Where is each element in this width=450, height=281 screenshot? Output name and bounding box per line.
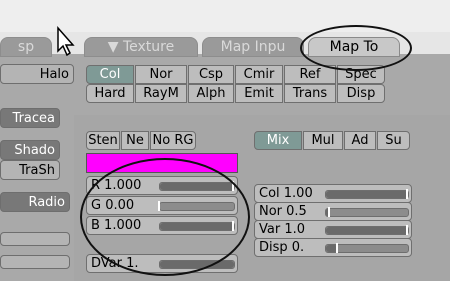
blend-sub-button[interactable]: Su: [377, 131, 410, 150]
halo-label: Halo: [39, 67, 69, 82]
stencil-button[interactable]: Sten: [86, 131, 120, 150]
map-to-raym-button[interactable]: RayM: [135, 84, 187, 103]
factor-slider-col-handle: [406, 189, 408, 199]
factor-slider-var-track: [325, 225, 409, 235]
map-to-raym-label: RayM: [143, 86, 179, 101]
left-partial-control-2[interactable]: [0, 255, 70, 269]
tracea-label: Tracea: [12, 111, 55, 126]
tab-label: ▼ Texture: [107, 39, 175, 55]
map-to-disp-button[interactable]: Disp: [337, 84, 385, 103]
factor-slider-disp-label: Disp 0.: [259, 240, 305, 255]
stencil-label: Sten: [88, 133, 118, 148]
trash-label: TraSh: [19, 163, 55, 178]
factor-slider-disp[interactable]: Disp 0.: [254, 238, 412, 257]
map-to-ref-label: Ref: [299, 67, 321, 82]
mouse-pointer-icon: [57, 26, 75, 57]
map-to-cmir-button[interactable]: Cmir: [235, 65, 283, 84]
left-partial-control-1[interactable]: [0, 232, 70, 246]
tab-prev-partial[interactable]: sp: [0, 37, 52, 57]
map-to-nor-button[interactable]: Nor: [135, 65, 187, 84]
map-to-hard-label: Hard: [94, 86, 126, 101]
map-to-csp-label: Csp: [198, 67, 224, 82]
tab-map-input[interactable]: Map Inpu: [202, 37, 304, 57]
blend-mix-label: Mix: [266, 133, 290, 148]
map-to-csp-button[interactable]: Csp: [188, 65, 234, 84]
no-rgb-label: No RG: [152, 133, 194, 148]
annotation-circle-rgb: [80, 158, 250, 276]
blend-add-button[interactable]: Ad: [344, 131, 376, 150]
factor-slider-disp-track: [325, 243, 409, 253]
map-to-col-label: Col: [99, 67, 121, 82]
factor-slider-col-fill: [326, 191, 408, 198]
neg-button[interactable]: Ne: [121, 131, 149, 150]
factor-slider-col-track: [325, 189, 409, 199]
no-rgb-button[interactable]: No RG: [150, 131, 196, 150]
shado-label: Shado: [14, 143, 55, 158]
halo-button[interactable]: Halo: [0, 64, 74, 84]
factor-slider-var[interactable]: Var 1.0: [254, 220, 412, 239]
factor-slider-col-label: Col 1.00: [259, 186, 313, 201]
map-to-hard-button[interactable]: Hard: [86, 84, 134, 103]
factor-slider-var-fill: [326, 227, 408, 234]
blend-sub-label: Su: [385, 133, 402, 148]
map-to-trans-label: Trans: [292, 86, 328, 101]
map-to-col-button[interactable]: Col: [86, 65, 134, 84]
factor-slider-var-label: Var 1.0: [259, 222, 306, 237]
blend-mul-button[interactable]: Mul: [303, 131, 343, 150]
factor-slider-nor-label: Nor 0.5: [259, 204, 307, 219]
factor-slider-nor[interactable]: Nor 0.5: [254, 202, 412, 221]
factor-slider-disp-handle: [336, 243, 339, 253]
factor-slider-nor-handle: [328, 207, 331, 217]
map-to-emit-label: Emit: [244, 86, 274, 101]
blend-add-label: Ad: [351, 133, 369, 148]
map-to-emit-button[interactable]: Emit: [235, 84, 283, 103]
tab-label: sp: [17, 39, 35, 55]
map-to-disp-label: Disp: [346, 86, 376, 101]
annotation-circle-map-to: [300, 25, 412, 71]
radio-label: Radio: [28, 195, 65, 210]
neg-label: Ne: [126, 133, 144, 148]
map-to-alph-label: Alph: [196, 86, 226, 101]
map-to-cmir-label: Cmir: [243, 67, 275, 82]
map-to-alph-button[interactable]: Alph: [188, 84, 234, 103]
tab-label: Map Inpu: [220, 39, 286, 55]
tracea-button[interactable]: Tracea: [0, 108, 60, 128]
factor-slider-nor-track: [325, 207, 409, 217]
blend-mul-label: Mul: [311, 133, 335, 148]
factor-slider-col[interactable]: Col 1.00: [254, 184, 412, 203]
tab-texture[interactable]: ▼ Texture: [84, 37, 198, 57]
map-to-trans-button[interactable]: Trans: [284, 84, 336, 103]
trash-button[interactable]: TraSh: [0, 160, 60, 180]
factor-slider-var-handle: [406, 225, 408, 235]
shado-button[interactable]: Shado: [0, 140, 60, 160]
blend-mix-button[interactable]: Mix: [254, 131, 302, 150]
map-to-nor-label: Nor: [149, 67, 173, 82]
radio-button[interactable]: Radio: [0, 192, 70, 212]
